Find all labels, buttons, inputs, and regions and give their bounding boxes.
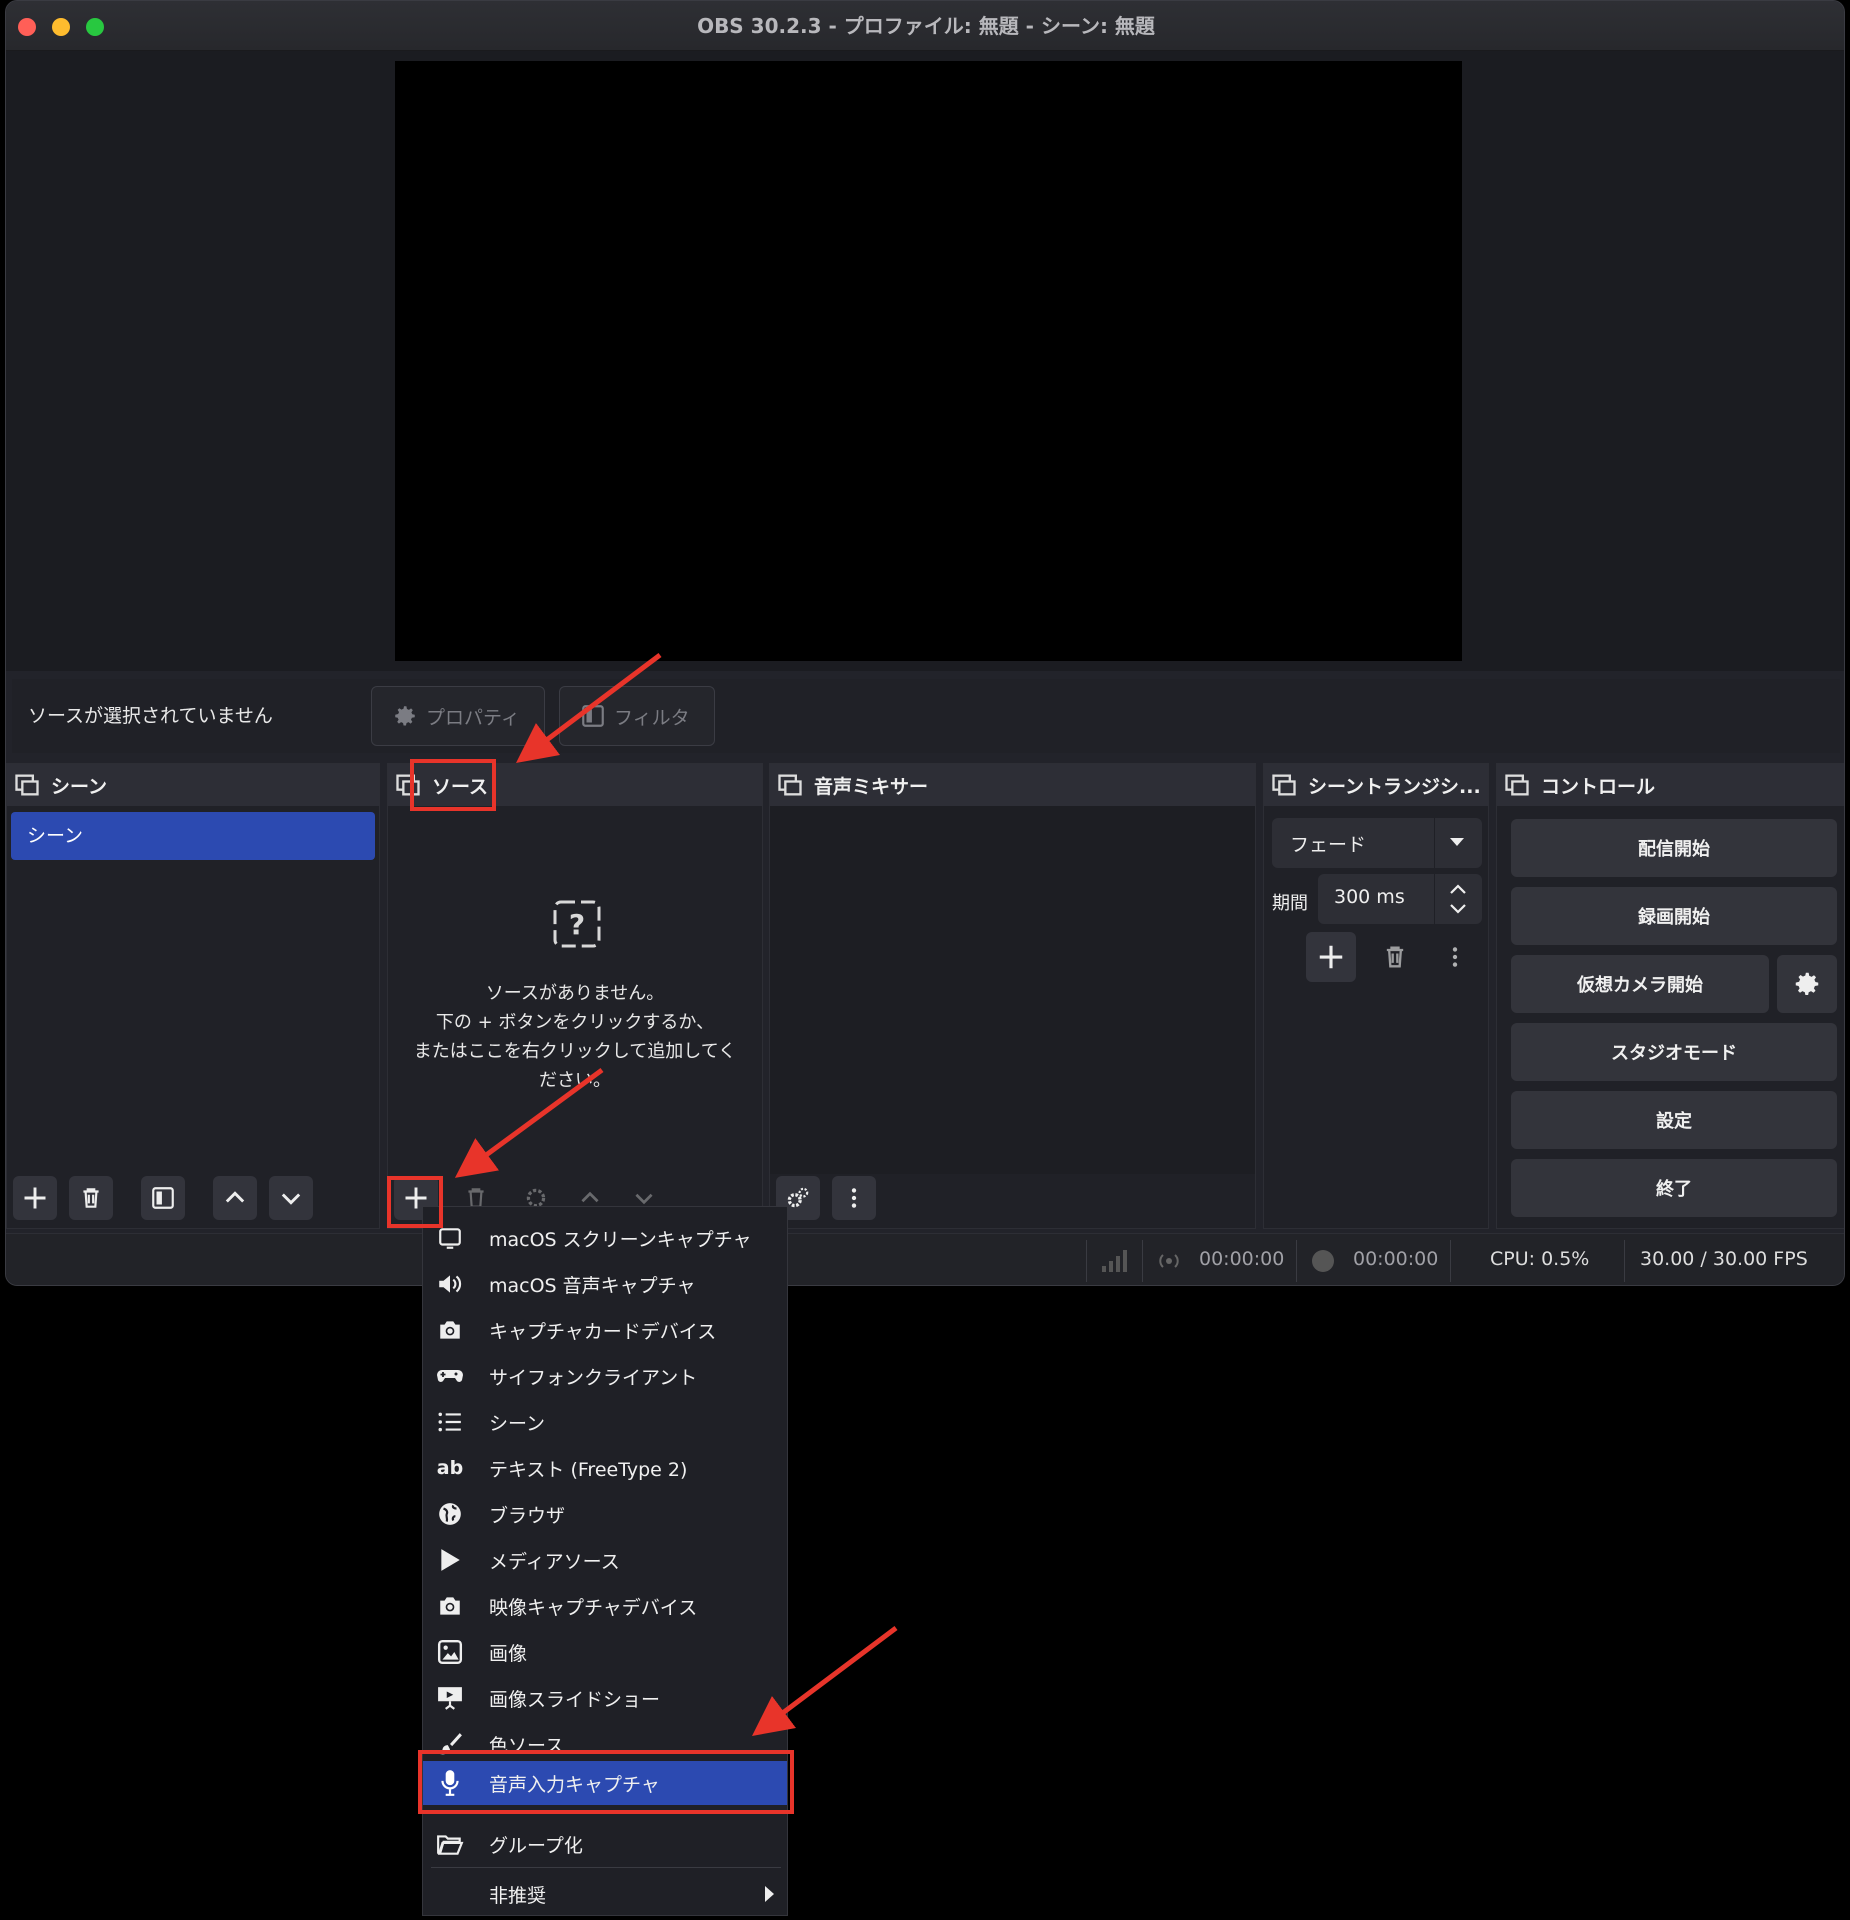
arrow-to-add-source-button bbox=[454, 1067, 604, 1178]
arrow-to-audio-input-capture bbox=[752, 1626, 898, 1736]
annotation-arrows bbox=[454, 653, 898, 1736]
arrow-to-sources-header bbox=[516, 653, 662, 763]
